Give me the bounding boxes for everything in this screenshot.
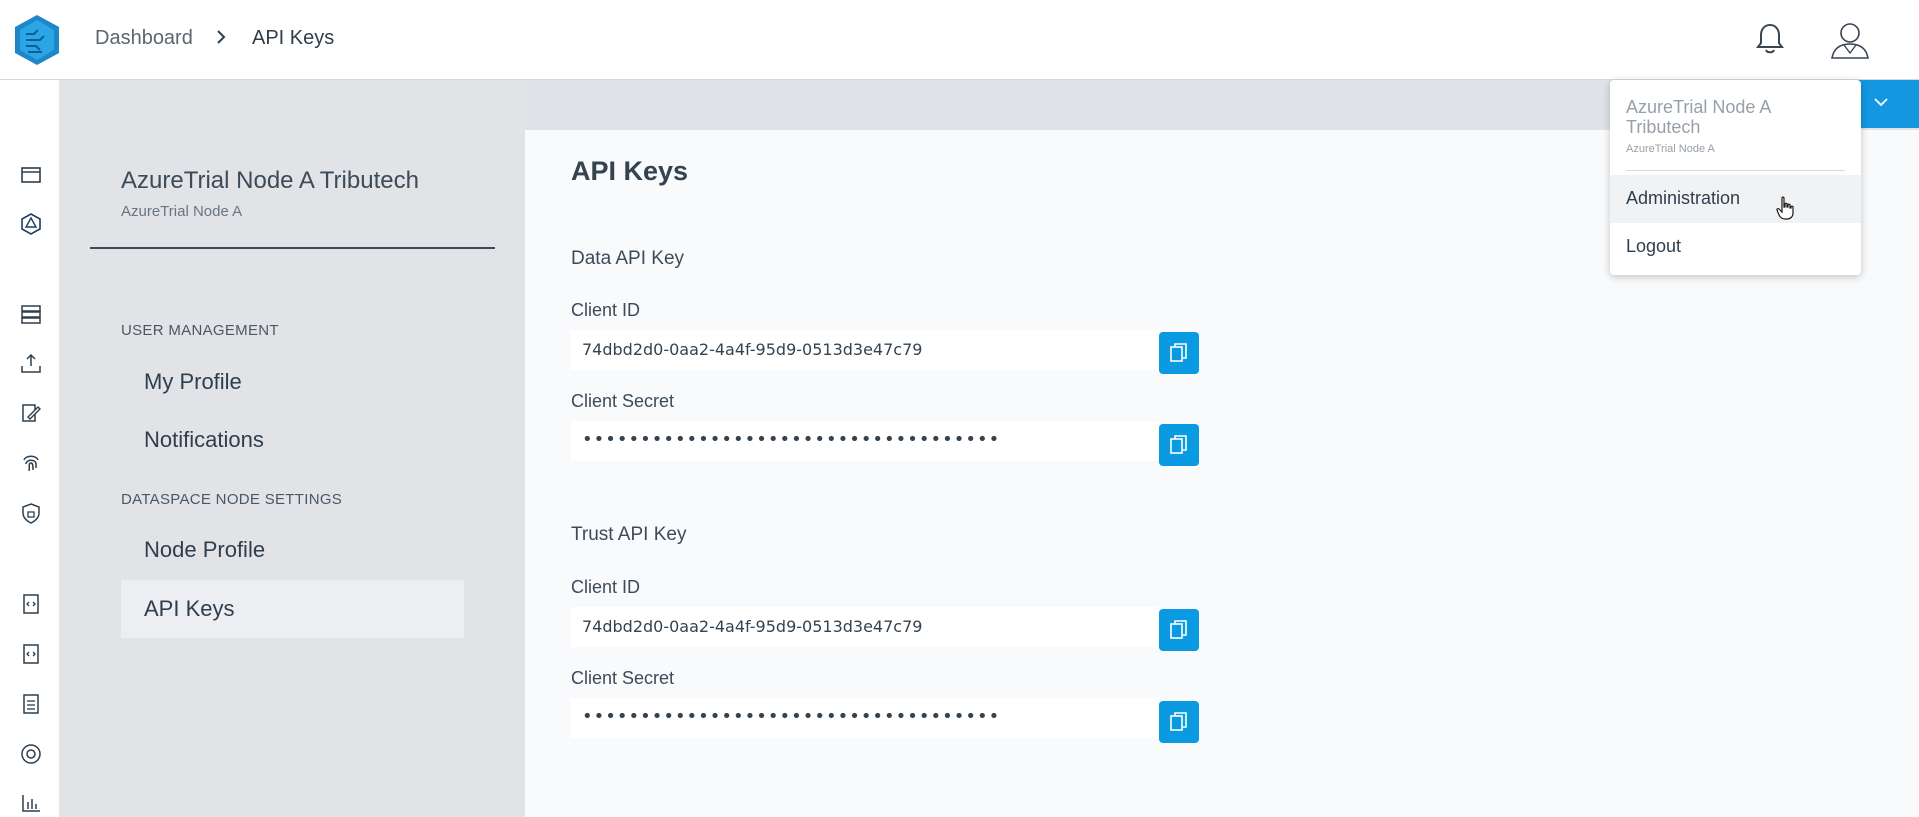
help-icon[interactable] <box>20 743 42 765</box>
bar-chart-icon[interactable] <box>20 792 42 814</box>
trust-client-id-label: Client ID <box>571 577 641 597</box>
shield-icon[interactable] <box>20 502 42 524</box>
section-heading-user-management: USER MANAGEMENT <box>121 322 279 339</box>
menu-item-logout[interactable]: Logout <box>1610 223 1861 271</box>
chevron-down-icon <box>1874 98 1888 107</box>
nav-item-api-keys[interactable]: API Keys <box>121 580 464 638</box>
org-subtitle: AzureTrial Node A <box>121 203 243 220</box>
menu-org-subtitle: AzureTrial Node A <box>1626 143 1715 155</box>
page-title: API Keys <box>571 156 689 186</box>
data-client-id-field[interactable]: 74dbd2d0-0aa2-4a4f-95d9-0513d3e47c79 <box>571 330 1159 370</box>
breadcrumb-dashboard[interactable]: Dashboard <box>95 27 193 50</box>
copy-trust-client-secret-button[interactable] <box>1159 701 1199 743</box>
data-client-secret-field[interactable]: •••••••••••••••••••••••••••••••••••• <box>571 421 1159 461</box>
nav-item-node-profile[interactable]: Node Profile <box>121 521 464 579</box>
window-icon[interactable] <box>20 164 42 186</box>
org-name: AzureTrial Node A Tributech <box>121 167 419 194</box>
menu-org-name: AzureTrial Node A Tributech <box>1626 97 1771 137</box>
menu-divider <box>1626 170 1845 171</box>
data-client-secret-label: Client Secret <box>571 391 675 411</box>
user-dropdown-menu: AzureTrial Node A Tributech AzureTrial N… <box>1610 80 1861 275</box>
code-file-icon[interactable] <box>20 593 42 615</box>
top-header: Dashboard API Keys <box>0 0 1919 80</box>
bell-icon[interactable] <box>1755 22 1785 56</box>
divider <box>90 247 495 249</box>
copy-icon <box>1170 620 1187 639</box>
trust-client-secret-field[interactable]: •••••••••••••••••••••••••••••••••••• <box>571 698 1159 738</box>
data-client-id-label: Client ID <box>571 300 641 320</box>
edit-document-icon[interactable] <box>20 402 42 424</box>
document-icon[interactable] <box>20 693 42 715</box>
copy-icon <box>1170 712 1187 731</box>
network-icon[interactable] <box>20 213 42 235</box>
database-icon[interactable] <box>20 303 42 325</box>
hand-cursor-icon <box>1776 196 1794 220</box>
nav-item-notifications[interactable]: Notifications <box>121 411 464 469</box>
copy-icon <box>1170 343 1187 362</box>
copy-trust-client-id-button[interactable] <box>1159 609 1199 651</box>
section-heading-dataspace-node-settings: DATASPACE NODE SETTINGS <box>121 491 343 508</box>
trust-client-id-field[interactable]: 74dbd2d0-0aa2-4a4f-95d9-0513d3e47c79 <box>571 607 1159 647</box>
upload-icon[interactable] <box>20 352 42 374</box>
copy-data-client-id-button[interactable] <box>1159 332 1199 374</box>
code-file-alt-icon[interactable] <box>20 643 42 665</box>
copy-data-client-secret-button[interactable] <box>1159 424 1199 466</box>
copy-icon <box>1170 435 1187 454</box>
trust-api-key-title: Trust API Key <box>571 524 687 545</box>
nav-item-my-profile[interactable]: My Profile <box>121 353 464 411</box>
menu-item-administration[interactable]: Administration <box>1610 175 1861 223</box>
icon-rail <box>0 80 60 817</box>
user-avatar-icon[interactable] <box>1830 20 1870 60</box>
trust-client-secret-label: Client Secret <box>571 668 675 688</box>
breadcrumb-current: API Keys <box>252 27 335 49</box>
fingerprint-icon[interactable] <box>20 452 42 474</box>
data-api-key-title: Data API Key <box>571 248 685 269</box>
breadcrumb-separator-icon <box>217 30 226 44</box>
app-logo-icon[interactable] <box>14 14 60 66</box>
